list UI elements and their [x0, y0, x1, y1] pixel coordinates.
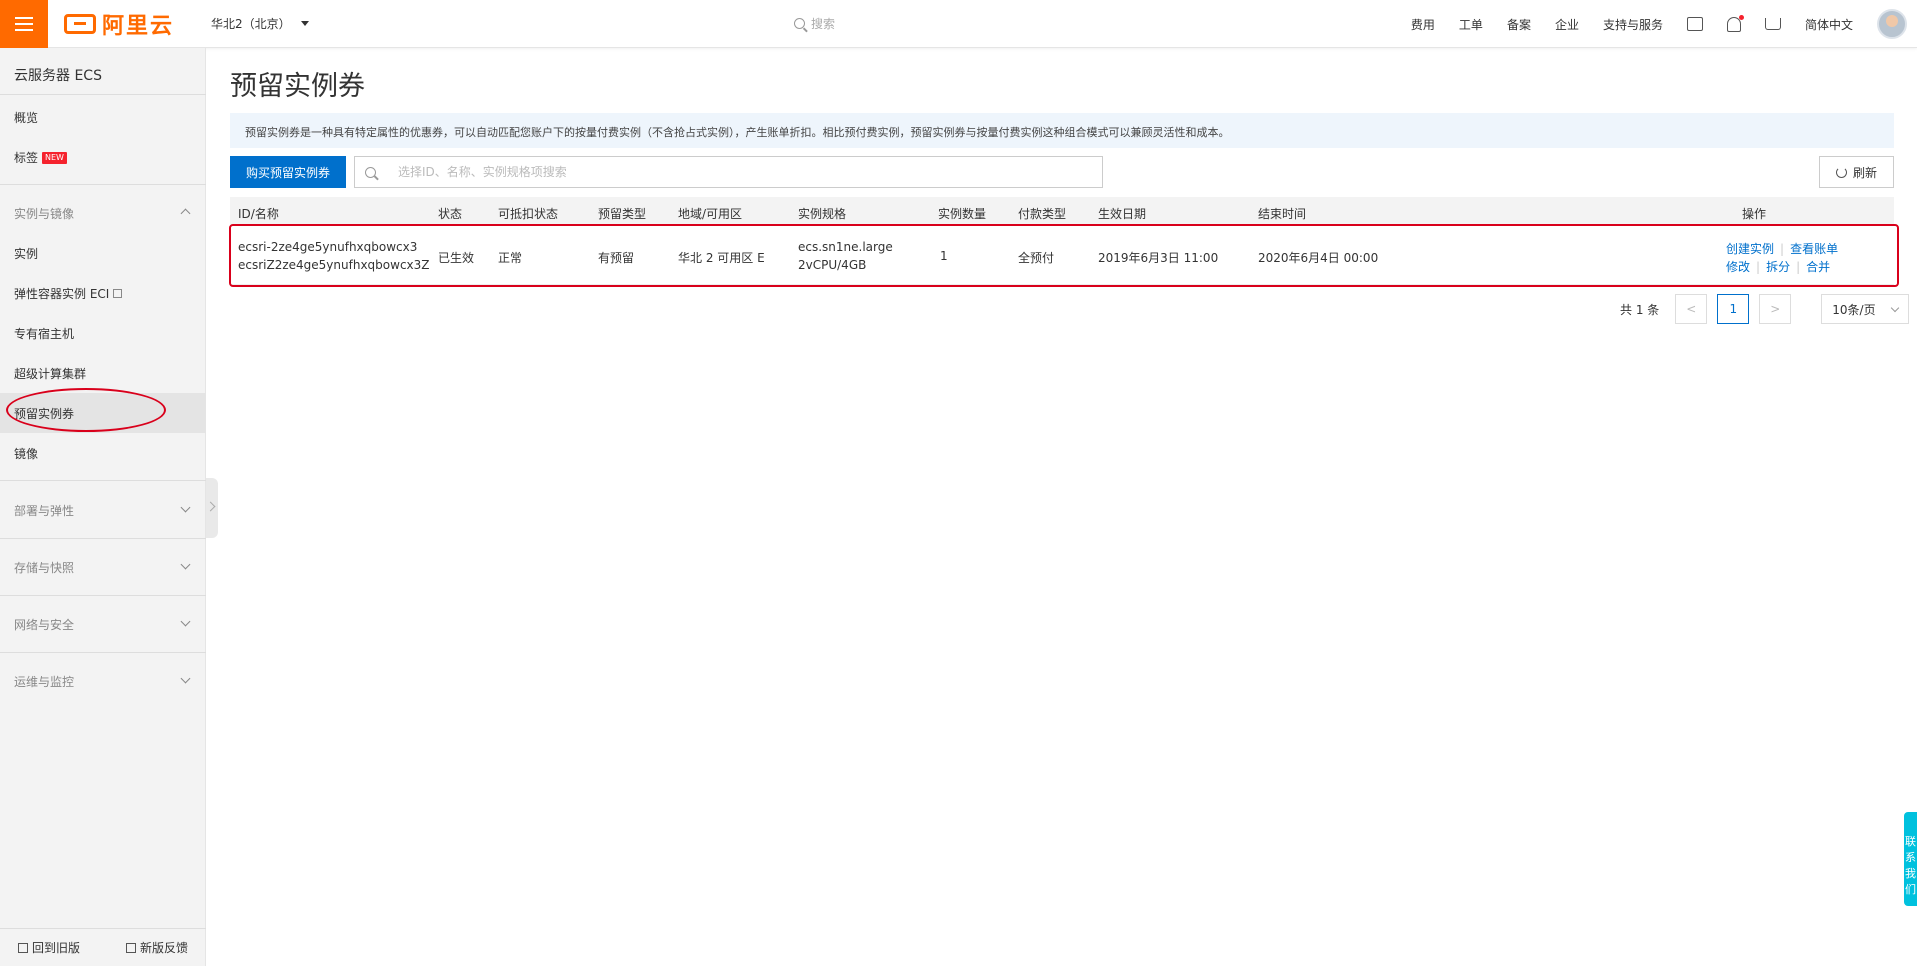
nav-billing[interactable]: 费用 — [1411, 16, 1435, 33]
sidebar-item-eci[interactable]: 弹性容器实例 ECI — [14, 285, 123, 302]
sidebar-item-label: 实例 — [14, 247, 39, 261]
chevron-down-icon[interactable] — [180, 559, 191, 570]
notification-bell-icon[interactable] — [1726, 14, 1744, 32]
chevron-down-icon — [1891, 303, 1900, 312]
nav-enterprise[interactable]: 企业 — [1555, 16, 1579, 33]
nav-tickets[interactable]: 工单 — [1459, 16, 1483, 33]
feedback-button[interactable]: 新版反馈 — [125, 939, 188, 956]
aliyun-logo[interactable]: 阿里云 — [64, 10, 175, 39]
aliyun-logo-icon — [64, 14, 96, 34]
refresh-icon — [1835, 166, 1847, 178]
column-header: 操作 — [1742, 207, 1767, 221]
sidebar-group-instances[interactable]: 实例与镜像 — [14, 205, 74, 222]
sidebar-group-network[interactable]: 网络与安全 — [14, 616, 74, 633]
hamburger-menu-icon[interactable] — [0, 0, 48, 48]
sidebar-footer: 回到旧版 新版反馈 — [0, 928, 206, 966]
divider — [0, 480, 206, 481]
page-button[interactable]: 1 — [1717, 294, 1750, 324]
info-notice: 预留实例券是一种具有特定属性的优惠券，可以自动匹配您账户下的按量付费实例（不含抢… — [230, 113, 1894, 148]
nav-icp[interactable]: 备案 — [1507, 16, 1531, 33]
sidebar-item-label: 标签 — [14, 151, 39, 165]
page-title: 预留实例券 — [230, 71, 365, 102]
column-header: 地域/可用区 — [678, 207, 743, 221]
divider — [0, 595, 206, 596]
caret-down-icon — [300, 21, 309, 26]
terminal-icon[interactable] — [1686, 17, 1703, 31]
divider — [0, 184, 206, 185]
column-header: 结束时间 — [1258, 207, 1307, 221]
sidebar-item-images[interactable]: 镜像 — [14, 445, 38, 462]
column-header: 预留类型 — [598, 207, 647, 221]
sidebar-item-label: 镜像 — [14, 447, 39, 461]
user-avatar[interactable] — [1877, 9, 1907, 39]
column-header: 状态 — [438, 207, 463, 221]
column-header: 实例数量 — [938, 207, 987, 221]
sidebar-item-label: 弹性容器实例 ECI — [14, 287, 110, 301]
logo-text: 阿里云 — [102, 14, 175, 39]
feedback-icon — [125, 942, 136, 953]
global-search-placeholder: 搜索 — [811, 17, 836, 31]
sidebar-item-super-computing[interactable]: 超级计算集群 — [14, 365, 86, 382]
feedback-label: 新版反馈 — [139, 941, 188, 955]
column-header: 可抵扣状态 — [498, 207, 559, 221]
divider — [0, 652, 206, 653]
page-size-select[interactable]: 10条/页 — [1821, 294, 1910, 324]
chevron-down-icon[interactable] — [180, 502, 191, 513]
next-page-button[interactable]: > — [1759, 294, 1792, 324]
page-size-label: 10条/页 — [1832, 302, 1876, 317]
divider — [0, 538, 206, 539]
sidebar-item-label: 超级计算集群 — [14, 367, 87, 381]
refresh-label: 刷新 — [1852, 165, 1877, 180]
chevron-down-icon[interactable] — [180, 616, 191, 627]
column-header: ID/名称 — [238, 207, 279, 221]
old-version-icon — [18, 942, 28, 953]
search-box — [354, 156, 1103, 188]
notification-dot — [1738, 14, 1744, 20]
back-to-old-label: 回到旧版 — [32, 941, 81, 955]
top-bar: 阿里云 华北2（北京） 搜索 费用 工单 备案 企业 支持与服务 简体中文 — [0, 0, 1917, 48]
chevron-up-icon[interactable] — [180, 208, 191, 219]
sidebar-item-label: 概览 — [14, 111, 39, 125]
refresh-button[interactable]: 刷新 — [1819, 156, 1894, 188]
cart-icon[interactable] — [1764, 18, 1781, 30]
buy-reserved-instance-button[interactable]: 购买预留实例券 — [230, 156, 346, 188]
search-input[interactable] — [398, 165, 998, 179]
search-icon — [365, 166, 376, 178]
column-header: 付款类型 — [1018, 207, 1067, 221]
region-selector[interactable]: 华北2（北京） — [211, 15, 309, 32]
sidebar-item-label: 专有宿主机 — [14, 327, 75, 341]
highlight-ellipse — [6, 388, 166, 432]
sidebar-group-ops[interactable]: 运维与监控 — [14, 673, 74, 690]
sidebar-collapse-handle[interactable] — [206, 478, 218, 538]
pagination-total: 共 1 条 — [1620, 302, 1660, 317]
back-to-old-button[interactable]: 回到旧版 — [18, 939, 80, 956]
pagination: 共 1 条 < 1 > 10条/页 — [1620, 294, 1910, 324]
column-header: 实例规格 — [798, 207, 847, 221]
row-highlight-box — [229, 224, 1899, 287]
sidebar-item-overview[interactable]: 概览 — [14, 109, 38, 126]
column-header: 生效日期 — [1098, 207, 1147, 221]
prev-page-button[interactable]: < — [1675, 294, 1708, 324]
sidebar-group-deploy[interactable]: 部署与弹性 — [14, 502, 74, 519]
global-search[interactable]: 搜索 — [794, 15, 835, 32]
contact-us-tab[interactable]: 联系我们 — [1904, 812, 1917, 906]
region-label: 华北2（北京） — [211, 17, 291, 31]
nav-support[interactable]: 支持与服务 — [1603, 16, 1663, 33]
sidebar: 云服务器 ECS 概览 标签 NEW 实例与镜像 实例 弹性容器实例 ECI 专… — [0, 48, 206, 966]
new-badge: NEW — [42, 151, 67, 164]
sidebar-item-instances[interactable]: 实例 — [14, 245, 38, 262]
external-link-icon — [113, 289, 123, 298]
sidebar-item-tags[interactable]: 标签 NEW — [14, 149, 67, 166]
search-icon — [794, 18, 805, 29]
language-switch[interactable]: 简体中文 — [1805, 16, 1853, 33]
sidebar-title: 云服务器 ECS — [14, 68, 102, 84]
top-nav: 费用 工单 备案 企业 支持与服务 简体中文 — [1411, 0, 1917, 48]
sidebar-item-dedicated-host[interactable]: 专有宿主机 — [14, 325, 74, 342]
sidebar-group-storage[interactable]: 存储与快照 — [14, 559, 74, 576]
divider — [0, 94, 206, 95]
table-header: ID/名称 状态 可抵扣状态 预留类型 地域/可用区 实例规格 实例数量 付款类… — [230, 197, 1894, 225]
chevron-down-icon[interactable] — [180, 673, 191, 684]
